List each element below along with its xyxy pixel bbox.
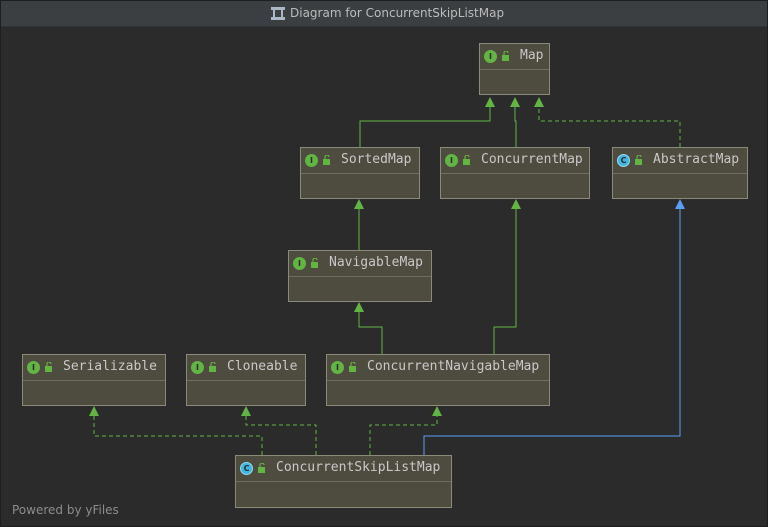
edge-concurrentmap-map [514,104,517,147]
edge-skiplist-concurrentnavigablemap [369,414,438,455]
arrowhead-icon [432,406,442,416]
node-label: Serializable [63,359,157,374]
node-label: SortedMap [341,152,412,167]
interface-icon: I [293,257,306,270]
class-icon: C [617,154,630,167]
node-label: ConcurrentMap [481,152,583,167]
lock-open-icon [349,362,356,372]
edge-abstractmap-map [538,104,681,147]
node-cloneable[interactable]: I Cloneable [186,354,306,406]
node-header: I ConcurrentNavigableMap [327,355,549,381]
arrowhead-icon [511,199,521,209]
node-navigablemap[interactable]: I NavigableMap [288,250,432,302]
lock-open-icon [311,258,318,268]
arrowhead-icon [354,302,364,312]
yfiles-watermark: Powered by yFiles [12,503,119,517]
arrowhead-icon [485,97,495,107]
arrowhead-icon [510,97,520,107]
arrowhead-icon [241,406,251,416]
arrowhead-icon [89,406,99,416]
lock-open-icon [323,155,330,165]
node-concurrentmap[interactable]: I ConcurrentMap [440,147,590,199]
class-icon: C [240,462,253,475]
interface-icon: I [191,361,204,374]
interface-icon: I [27,361,40,374]
node-label: AbstractMap [653,152,740,167]
edge-concurrentnavigablemap-navigablemap [358,310,383,354]
node-label: NavigableMap [329,255,423,270]
node-label: ConcurrentNavigableMap [367,359,540,374]
lock-open-icon [502,51,509,61]
lock-open-icon [635,155,642,165]
diagram-icon [271,7,285,20]
node-abstractmap[interactable]: C AbstractMap [612,147,748,199]
edge-sortedmap-map [359,104,491,147]
title-bar: Diagram for ConcurrentSkipListMap [1,1,767,27]
node-header: I NavigableMap [289,251,431,277]
interface-icon: I [484,50,497,63]
edge-skiplist-abstractmap [423,207,681,455]
node-header: I Serializable [23,355,165,381]
arrowhead-icon [534,97,544,107]
diagram-window: Diagram for ConcurrentSkipListMap I Map … [0,0,768,527]
lock-open-icon [463,155,470,165]
interface-icon: I [305,154,318,167]
lock-open-icon [258,463,265,473]
node-header: C ConcurrentSkipListMap [236,456,451,482]
arrowhead-icon [354,199,364,209]
node-concurrentnavigablemap[interactable]: I ConcurrentNavigableMap [326,354,550,406]
node-header: I Map [480,44,549,70]
node-header: I ConcurrentMap [441,148,589,174]
node-header: I Cloneable [187,355,305,381]
node-map[interactable]: I Map [479,43,550,95]
interface-icon: I [445,154,458,167]
interface-icon: I [331,361,344,374]
node-header: C AbstractMap [613,148,747,174]
node-concurrentskiplistmap[interactable]: C ConcurrentSkipListMap [235,455,452,508]
node-sortedmap[interactable]: I SortedMap [300,147,420,199]
edge-skiplist-cloneable [245,414,317,455]
edge-skiplist-serializable [93,414,263,455]
lock-open-icon [45,362,52,372]
node-label: ConcurrentSkipListMap [276,460,441,475]
node-label: Cloneable [227,359,298,374]
node-label: Map [520,48,544,63]
arrowhead-icon [675,199,685,209]
node-header: I SortedMap [301,148,419,174]
lock-open-icon [209,362,216,372]
window-title: Diagram for ConcurrentSkipListMap [290,6,505,20]
edge-concurrentnavigablemap-concurrentmap [493,207,517,354]
diagram-canvas[interactable]: I Map I SortedMap I ConcurrentMap C Abst… [1,27,767,526]
node-serializable[interactable]: I Serializable [22,354,166,406]
